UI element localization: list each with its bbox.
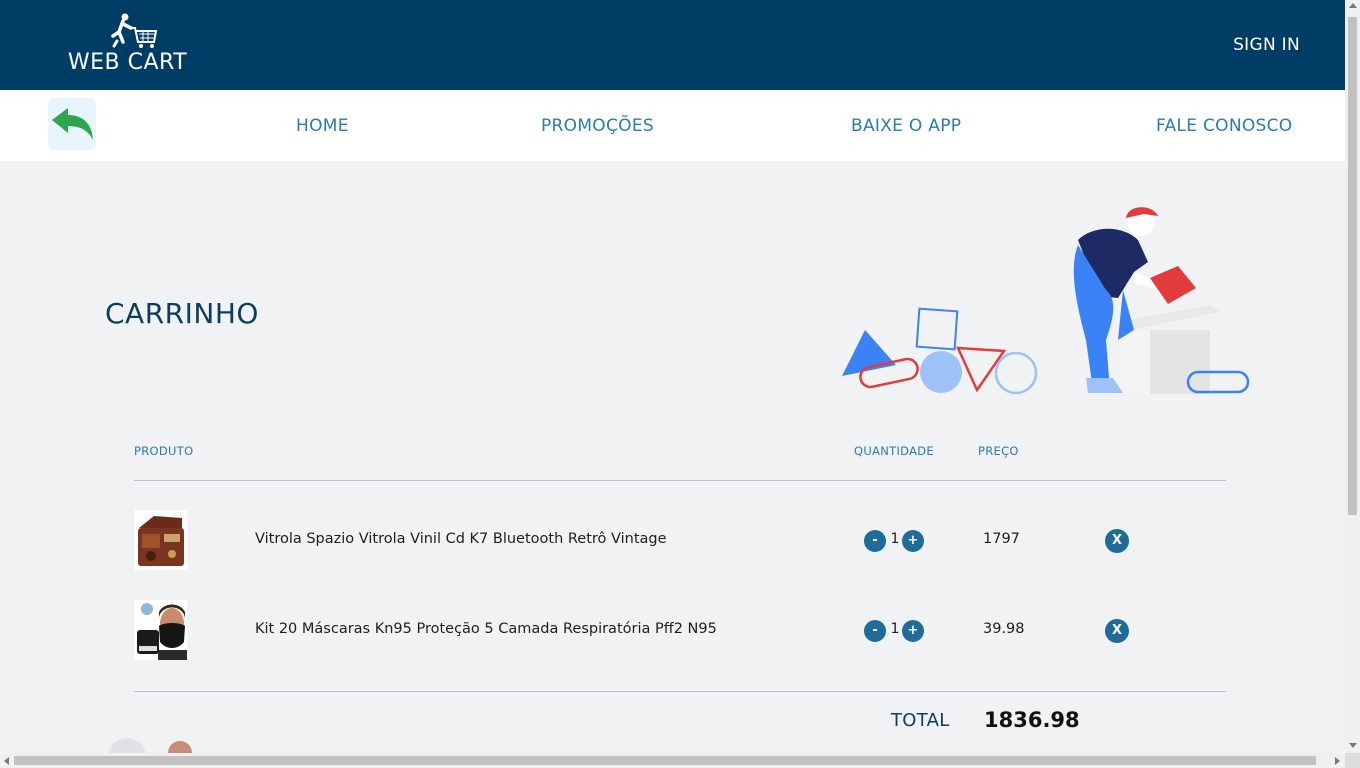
logo[interactable]: WEB CART — [60, 12, 195, 76]
decrease-quantity-button[interactable]: - — [864, 620, 886, 642]
scroll-left-arrow-icon[interactable] — [4, 757, 9, 765]
horizontal-scroll-thumb[interactable] — [14, 756, 1316, 765]
nav-link-baixe-o-app[interactable]: BAIXE O APP — [851, 116, 961, 136]
person-pushing-cart-icon — [111, 13, 158, 48]
footer-divider — [134, 691, 1226, 692]
total-label: TOTAL — [891, 710, 950, 731]
nav-link-fale-conosco[interactable]: FALE CONOSCO — [1156, 116, 1292, 136]
increase-quantity-button[interactable]: + — [902, 530, 924, 552]
back-arrow-icon — [52, 108, 93, 140]
column-header-quantity: QUANTIDADE — [854, 444, 934, 458]
product-image-vitrola — [134, 510, 187, 570]
back-button[interactable] — [48, 98, 96, 150]
quantity-value: 1 — [890, 621, 900, 637]
sign-in-link[interactable]: SIGN IN — [1233, 35, 1300, 55]
product-image-mascaras — [134, 600, 187, 660]
column-header-price: PREÇO — [978, 444, 1019, 458]
shopping-illustration — [842, 207, 1250, 395]
remove-item-button[interactable]: X — [1105, 619, 1129, 643]
logo-text: WEB CART — [67, 50, 188, 75]
product-name: Vitrola Spazio Vitrola Vinil Cd K7 Bluet… — [255, 531, 667, 547]
product-price: 1797 — [983, 531, 1020, 547]
product-name: Kit 20 Máscaras Kn95 Proteção 5 Camada R… — [255, 621, 717, 637]
scroll-down-arrow-icon[interactable] — [1349, 743, 1357, 748]
page-title: CARRINHO — [105, 297, 259, 330]
quantity-value: 1 — [890, 531, 900, 547]
nav-bar: HOME PROMOÇÕES BAIXE O APP FALE CONOSCO — [0, 90, 1345, 161]
total-value: 1836.98 — [984, 708, 1080, 732]
header-divider — [134, 480, 1226, 481]
product-price: 39.98 — [983, 621, 1025, 637]
vertical-scrollbar[interactable] — [1345, 0, 1360, 768]
column-header-product: PRODUTO — [134, 444, 194, 458]
horizontal-scrollbar[interactable] — [0, 753, 1345, 768]
nav-link-home[interactable]: HOME — [296, 116, 349, 136]
scroll-right-arrow-icon[interactable] — [1335, 757, 1340, 765]
remove-item-button[interactable]: X — [1105, 529, 1129, 553]
scrollbar-corner — [1345, 753, 1360, 768]
decrease-quantity-button[interactable]: - — [864, 530, 886, 552]
scroll-up-arrow-icon[interactable] — [1349, 3, 1357, 8]
table-row: Vitrola Spazio Vitrola Vinil Cd K7 Bluet… — [134, 510, 1226, 570]
increase-quantity-button[interactable]: + — [902, 620, 924, 642]
nav-link-promocoes[interactable]: PROMOÇÕES — [541, 116, 654, 136]
vertical-scroll-thumb[interactable] — [1348, 17, 1357, 515]
top-header: WEB CART SIGN IN — [0, 0, 1345, 90]
table-row: Kit 20 Máscaras Kn95 Proteção 5 Camada R… — [134, 600, 1226, 660]
